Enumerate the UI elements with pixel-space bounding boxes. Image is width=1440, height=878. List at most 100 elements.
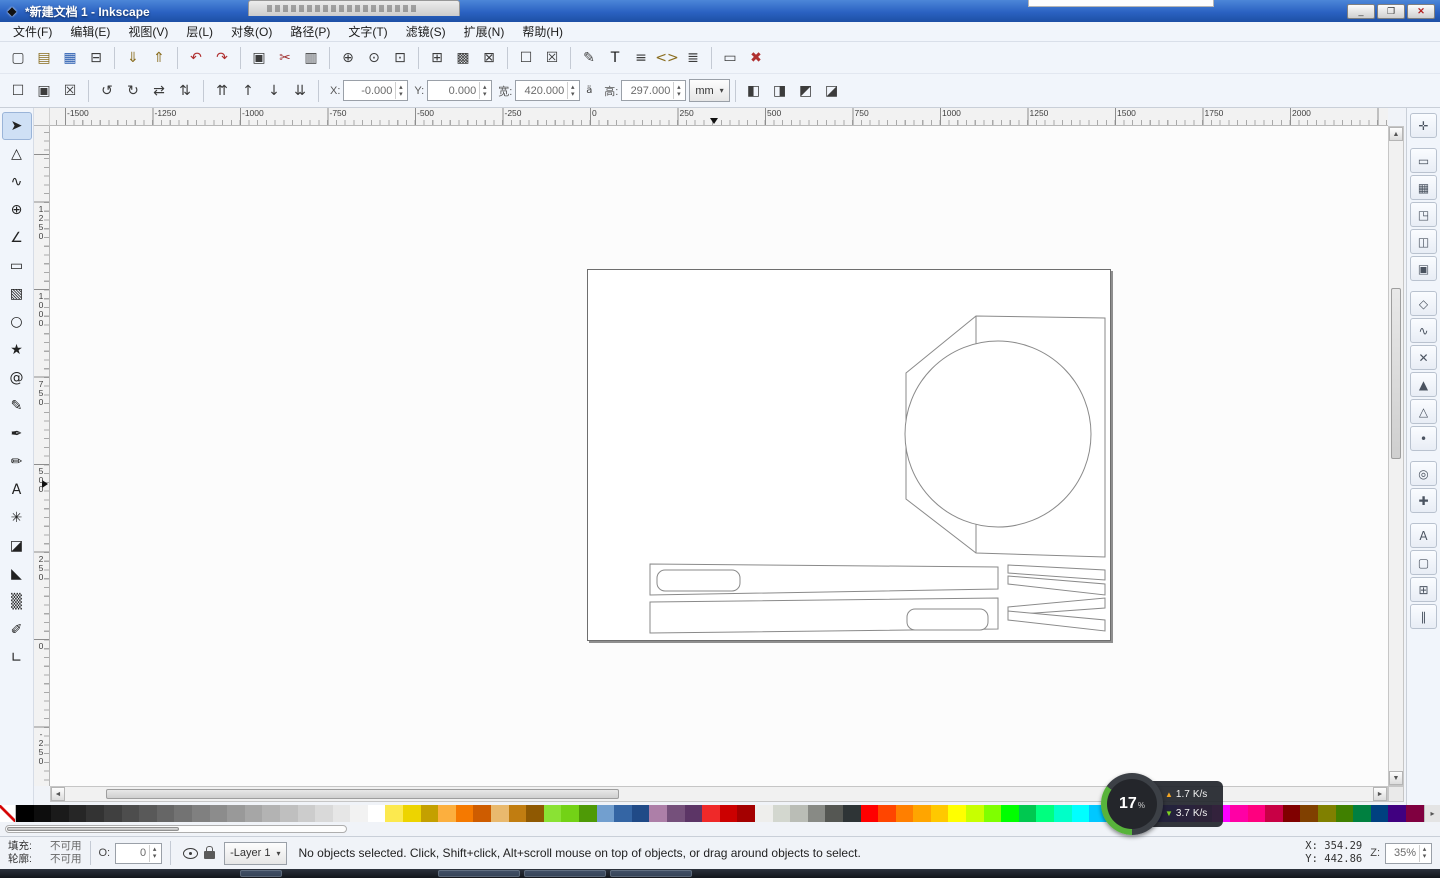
snap-object-centers-button[interactable]: ◎ [1410, 461, 1437, 486]
menu-filters[interactable]: 滤镜(S) [397, 21, 455, 42]
palette-swatch[interactable] [614, 805, 632, 822]
palette-swatch[interactable] [773, 805, 791, 822]
zoom-to-page-button[interactable]: ⊡ [387, 45, 413, 71]
palette-swatch[interactable] [491, 805, 509, 822]
redo-button[interactable]: ↷ [209, 45, 235, 71]
palette-swatch[interactable] [104, 805, 122, 822]
bezier-pen-tool[interactable]: ✒ [2, 420, 32, 448]
lock-ratio-toggle[interactable]: ä [580, 81, 598, 101]
zoom-to-selection-button[interactable]: ⊕ [335, 45, 361, 71]
snap-nodes-button[interactable]: ◇ [1410, 291, 1437, 316]
vertical-ruler[interactable]: 125010007505002500-250 [34, 126, 50, 786]
background-window-tab[interactable] [248, 0, 460, 16]
snap-bbox-corners-button[interactable]: ◳ [1410, 202, 1437, 227]
title-bar[interactable]: ◆ *新建文档 1 - Inkscape _ ❐ ✕ [0, 0, 1440, 22]
x-input[interactable]: -0.000 [343, 80, 408, 101]
taskbar-button[interactable] [610, 870, 692, 877]
palette-swatch[interactable] [1054, 805, 1072, 822]
rectangle-tool[interactable]: ▭ [2, 252, 32, 280]
palette-swatch[interactable] [350, 805, 368, 822]
width-input[interactable]: 420.000 [515, 80, 580, 101]
label-circle[interactable] [905, 341, 1091, 527]
slot-2[interactable] [907, 609, 988, 630]
palette-swatch[interactable] [948, 805, 966, 822]
palette-swatch[interactable] [579, 805, 597, 822]
save-document-button[interactable]: ▦ [57, 45, 83, 71]
palette-swatch[interactable] [1265, 805, 1283, 822]
palette-swatch[interactable] [843, 805, 861, 822]
palette-swatch[interactable] [245, 805, 263, 822]
taskbar-button[interactable] [240, 870, 282, 877]
preferences-button[interactable]: ✖ [743, 45, 769, 71]
rotate-90-ccw-button[interactable]: ↺ [94, 78, 120, 104]
connector-tool[interactable]: ∟ [2, 644, 32, 672]
zoom-input[interactable]: 35% [1385, 843, 1432, 864]
palette-swatch[interactable] [1283, 805, 1301, 822]
copy-button[interactable]: ▣ [246, 45, 272, 71]
palette-swatch[interactable] [1371, 805, 1389, 822]
taskbar-button[interactable] [524, 870, 606, 877]
palette-swatch[interactable] [1300, 805, 1318, 822]
layers-dialog-button[interactable]: ≡ [628, 45, 654, 71]
palette-swatch[interactable] [808, 805, 826, 822]
opacity-spinner[interactable] [149, 845, 159, 862]
menu-help[interactable]: 帮助(H) [513, 21, 572, 42]
import-button[interactable]: ⇓ [120, 45, 146, 71]
palette-swatch[interactable] [122, 805, 140, 822]
palette-swatch[interactable] [1019, 805, 1037, 822]
palette-swatch[interactable] [315, 805, 333, 822]
menu-view[interactable]: 视图(V) [119, 21, 177, 42]
spray-tool[interactable]: ✳ [2, 504, 32, 532]
snap-grid-button[interactable]: ⊞ [1410, 577, 1437, 602]
zoom-to-drawing-button[interactable]: ⊙ [361, 45, 387, 71]
tweak-tool[interactable]: ∿ [2, 168, 32, 196]
paste-button[interactable]: ▥ [298, 45, 324, 71]
palette-swatch[interactable] [385, 805, 403, 822]
text-dialog-button[interactable]: T [602, 45, 628, 71]
create-clone-button[interactable]: ▩ [450, 45, 476, 71]
snap-smooth-nodes-button[interactable]: △ [1410, 399, 1437, 424]
horizontal-scroll-thumb[interactable] [106, 789, 619, 799]
transform-pattern-toggle[interactable]: ◪ [819, 78, 845, 104]
opacity-input[interactable]: 0 [115, 843, 162, 864]
print-button[interactable]: ⊟ [83, 45, 109, 71]
palette-swatch[interactable] [227, 805, 245, 822]
palette-swatch[interactable] [1336, 805, 1354, 822]
undo-button[interactable]: ↶ [183, 45, 209, 71]
no-color-swatch[interactable] [0, 805, 16, 822]
node-editor-tool[interactable]: △ [2, 140, 32, 168]
palette-swatch[interactable] [86, 805, 104, 822]
palette-scroll-thumb[interactable] [7, 827, 179, 831]
palette-swatch[interactable] [667, 805, 685, 822]
restore-button[interactable]: ❐ [1377, 4, 1405, 19]
wedge-4[interactable] [1008, 611, 1105, 631]
vertical-scrollbar[interactable]: ▲ ▼ [1388, 126, 1404, 786]
palette-swatch[interactable] [1036, 805, 1054, 822]
snap-cusp-nodes-button[interactable]: ▲ [1410, 372, 1437, 397]
palette-swatch[interactable] [1353, 805, 1371, 822]
zoom-spinner[interactable] [1419, 845, 1429, 862]
gradient-tool[interactable]: ▒ [2, 588, 32, 616]
box-3d-tool[interactable]: ▧ [2, 280, 32, 308]
ellipse-tool[interactable]: ○ [2, 308, 32, 336]
select-all-button[interactable]: ☐ [5, 78, 31, 104]
lower-button[interactable]: ↓ [261, 78, 287, 104]
unit-select[interactable]: mm [689, 79, 729, 102]
network-speed-widget[interactable]: ▲1.7K/s ▼3.7K/s 17% [1101, 773, 1233, 837]
scroll-right-button[interactable]: ► [1373, 787, 1387, 801]
palette-swatch[interactable] [1318, 805, 1336, 822]
export-button[interactable]: ⇑ [146, 45, 172, 71]
background-window-fragment[interactable] [1028, 0, 1214, 7]
snap-bbox-edge-midpoints-button[interactable]: ◫ [1410, 229, 1437, 254]
width-spinner[interactable] [567, 82, 577, 99]
palette-swatch[interactable] [298, 805, 316, 822]
y-spinner[interactable] [479, 82, 489, 99]
palette-swatch[interactable] [157, 805, 175, 822]
flip-vertical-button[interactable]: ⇅ [172, 78, 198, 104]
palette-swatch[interactable] [51, 805, 69, 822]
palette-swatch[interactable] [280, 805, 298, 822]
star-tool[interactable]: ★ [2, 336, 32, 364]
minimize-button[interactable]: _ [1347, 4, 1375, 19]
align-distribute-dialog-button[interactable]: ≣ [680, 45, 706, 71]
transform-gradient-toggle[interactable]: ◩ [793, 78, 819, 104]
